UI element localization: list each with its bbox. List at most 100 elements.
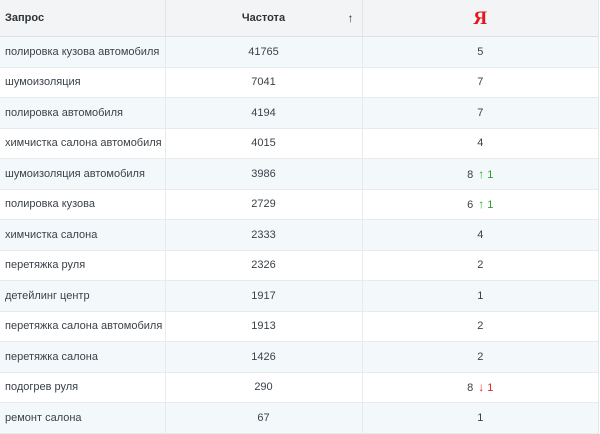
position-cell: 2 [362, 341, 598, 373]
query-column-label: Запрос [5, 12, 45, 24]
position-value: 4 [477, 228, 484, 241]
table-row: подогрев руля 290 8 ↓ 1 [0, 372, 598, 403]
frequency-cell: 1426 [165, 341, 363, 373]
frequency-cell: 1913 [165, 311, 363, 342]
yandex-logo-icon: Я [473, 7, 488, 29]
query-cell: химчистка салона автомобиля [0, 128, 166, 159]
frequency-value: 2729 [251, 198, 276, 211]
position-value: 6 [467, 199, 474, 212]
query-text: полировка кузова автомобиля [5, 45, 160, 58]
query-cell: детейлинг центр [0, 280, 166, 312]
frequency-value: 4015 [251, 137, 276, 150]
position-cell: 8 ↓ 1 [362, 372, 598, 403]
query-text: ремонт салона [5, 411, 82, 424]
query-cell: ремонт салона [0, 402, 166, 434]
query-text: перетяжка салона автомобиля [5, 320, 163, 333]
position-change-value: 1 [487, 168, 494, 181]
query-text: детейлинг центр [5, 289, 90, 302]
frequency-value: 290 [254, 381, 273, 394]
frequency-value: 2333 [251, 228, 276, 241]
position-cell: 4 [362, 128, 598, 159]
query-text: полировка кузова [5, 198, 96, 211]
position-cell: 7 [362, 97, 598, 129]
position-cell: 1 [362, 280, 598, 312]
query-cell: перетяжка салона [0, 341, 166, 373]
frequency-cell: 2729 [165, 189, 363, 220]
position-cell: 2 [362, 250, 598, 281]
position-value: 7 [477, 76, 484, 89]
query-cell: полировка автомобиля [0, 97, 166, 129]
table-row: полировка кузова 2729 6 ↑ 1 [0, 189, 598, 220]
query-cell: перетяжка салона автомобиля [0, 311, 166, 342]
position-value: 1 [477, 411, 484, 424]
query-cell: шумоизоляция автомобиля [0, 158, 166, 190]
frequency-value: 41765 [248, 45, 279, 58]
frequency-cell: 3986 [165, 158, 363, 190]
frequency-value: 67 [257, 411, 270, 424]
yandex-position-column-header[interactable]: Я [362, 0, 598, 37]
keyword-rankings-panel: Запрос Частота ↑ Я полировка кузова авто… [0, 0, 600, 434]
table-row: шумоизоляция автомобиля 3986 8 ↑ 1 [0, 158, 598, 190]
position-cell: 6 ↑ 1 [362, 189, 598, 220]
frequency-column-header[interactable]: Частота ↑ [165, 0, 363, 37]
query-cell: подогрев руля [0, 372, 166, 403]
frequency-column-label: Частота [241, 12, 286, 24]
frequency-cell: 4194 [165, 97, 363, 129]
query-text: полировка автомобиля [5, 106, 123, 119]
frequency-cell: 290 [165, 372, 363, 403]
position-cell: 1 [362, 402, 598, 434]
table-row: химчистка салона автомобиля 4015 4 [0, 128, 598, 159]
query-text: шумоизоляция [5, 76, 81, 89]
query-cell: полировка кузова автомобиля [0, 36, 166, 68]
position-value: 1 [477, 289, 484, 302]
table-header-row: Запрос Частота ↑ Я [0, 0, 598, 37]
position-cell: 4 [362, 219, 598, 251]
query-text: шумоизоляция автомобиля [5, 167, 145, 180]
position-cell: 8 ↑ 1 [362, 158, 598, 190]
table-row: ремонт салона 67 1 [0, 402, 598, 434]
position-change-up: ↑ 1 [478, 197, 494, 212]
query-text: химчистка салона [5, 228, 98, 241]
position-cell: 2 [362, 311, 598, 342]
position-change-value: 1 [487, 382, 494, 395]
frequency-cell: 2326 [165, 250, 363, 281]
query-column-header[interactable]: Запрос [0, 0, 166, 37]
query-cell: перетяжка руля [0, 250, 166, 281]
position-change-value: 1 [487, 199, 494, 212]
position-value: 4 [477, 137, 484, 150]
frequency-cell: 7041 [165, 67, 363, 98]
table-row: перетяжка руля 2326 2 [0, 250, 598, 281]
position-value: 8 [467, 168, 474, 181]
frequency-value: 1913 [251, 320, 276, 333]
frequency-value: 4194 [251, 106, 276, 119]
frequency-cell: 2333 [165, 219, 363, 251]
table-row: перетяжка салона автомобиля 1913 2 [0, 311, 598, 342]
table-row: полировка кузова автомобиля 41765 5 [0, 36, 598, 68]
position-cell: 5 [362, 36, 598, 68]
position-value: 5 [477, 45, 484, 58]
frequency-cell: 4015 [165, 128, 363, 159]
query-text: перетяжка салона [5, 350, 98, 363]
frequency-cell: 41765 [165, 36, 363, 68]
frequency-cell: 1917 [165, 280, 363, 312]
position-value: 7 [477, 106, 484, 119]
keyword-rankings-table: Запрос Частота ↑ Я полировка кузова авто… [0, 0, 598, 434]
table-body: полировка кузова автомобиля 41765 5 шумо… [0, 36, 598, 434]
frequency-value: 7041 [251, 76, 276, 89]
arrow-up-icon: ↑ [478, 166, 485, 181]
table-row: детейлинг центр 1917 1 [0, 280, 598, 312]
query-cell: химчистка салона [0, 219, 166, 251]
table-row: химчистка салона 2333 4 [0, 219, 598, 251]
position-change-up: ↑ 1 [478, 166, 494, 181]
position-value: 2 [477, 259, 484, 272]
frequency-value: 1426 [251, 350, 276, 363]
position-change-down: ↓ 1 [478, 380, 494, 395]
position-cell: 7 [362, 67, 598, 98]
query-text: химчистка салона автомобиля [5, 137, 162, 150]
arrow-up-icon: ↑ [478, 197, 485, 212]
table-row: шумоизоляция 7041 7 [0, 67, 598, 98]
table-row: перетяжка салона 1426 2 [0, 341, 598, 373]
position-value: 2 [477, 350, 484, 363]
frequency-value: 3986 [251, 167, 276, 180]
sort-ascending-icon[interactable]: ↑ [348, 11, 354, 25]
